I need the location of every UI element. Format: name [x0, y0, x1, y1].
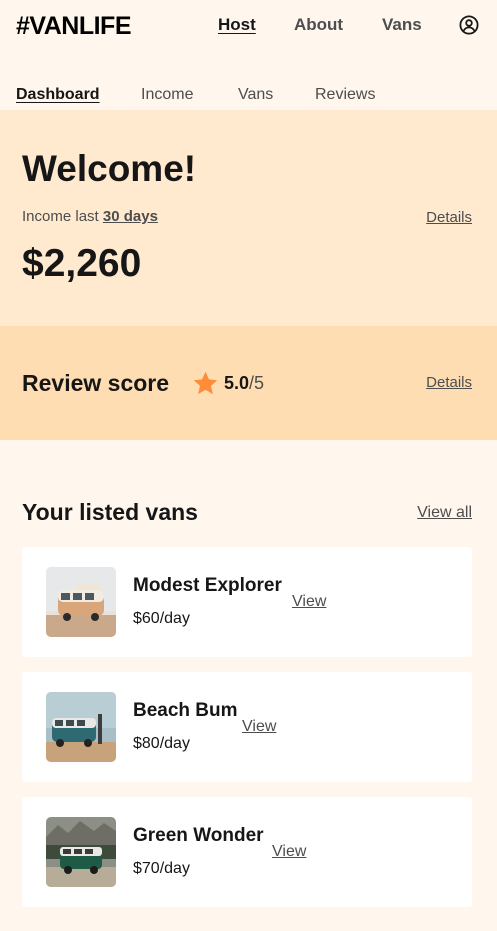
income-details-link[interactable]: Details	[426, 209, 472, 226]
van-view-link[interactable]: View	[292, 593, 326, 611]
van-view-link[interactable]: View	[272, 843, 306, 861]
review-score-max: /5	[249, 373, 265, 393]
van-name: Green Wonder	[133, 825, 264, 846]
star-icon	[193, 371, 218, 395]
nav-about-link[interactable]: About	[294, 15, 343, 35]
income-label: Income last 30 days	[22, 208, 158, 225]
site-header: #VANLIFE Host About Vans	[0, 0, 497, 52]
subnav-reviews-link[interactable]: Reviews	[315, 86, 375, 104]
van-image	[46, 692, 116, 762]
review-score: 5.0/5	[224, 373, 264, 394]
review-section: Review score 5.0/5 Details	[0, 326, 497, 440]
welcome-title: Welcome!	[22, 148, 197, 189]
subnav-vans-link[interactable]: Vans	[238, 86, 273, 104]
van-card: Modest Explorer $60/day View	[22, 547, 472, 657]
listed-vans-title: Your listed vans	[22, 499, 198, 525]
van-price: $60/day	[133, 610, 190, 627]
listed-vans-section: Your listed vans View all Modest Explore…	[0, 440, 497, 931]
subnav-income-link[interactable]: Income	[141, 86, 193, 104]
van-image	[46, 567, 116, 637]
van-price: $80/day	[133, 735, 190, 752]
van-image	[46, 817, 116, 887]
income-period[interactable]: 30 days	[103, 208, 158, 225]
nav-host-link[interactable]: Host	[218, 15, 256, 35]
nav-vans-link[interactable]: Vans	[382, 15, 422, 35]
view-all-link[interactable]: View all	[417, 504, 472, 522]
van-price: $70/day	[133, 860, 190, 877]
review-title: Review score	[22, 370, 170, 396]
van-name: Beach Bum	[133, 700, 238, 721]
host-subnav: Dashboard Income Vans Reviews	[0, 52, 497, 110]
income-prefix: Income last	[22, 208, 103, 225]
welcome-section: Welcome! Income last 30 days $2,260 Deta…	[0, 110, 497, 326]
subnav-dashboard-link[interactable]: Dashboard	[16, 86, 100, 104]
income-amount: $2,260	[22, 242, 142, 285]
review-details-link[interactable]: Details	[426, 374, 472, 391]
van-card: Beach Bum $80/day View	[22, 672, 472, 782]
main-nav: Host About Vans	[0, 0, 497, 52]
van-view-link[interactable]: View	[242, 718, 276, 736]
user-circle-icon[interactable]	[459, 15, 479, 35]
van-card: Green Wonder $70/day View	[22, 797, 472, 907]
van-name: Modest Explorer	[133, 575, 282, 596]
review-score-value: 5.0	[224, 373, 250, 393]
